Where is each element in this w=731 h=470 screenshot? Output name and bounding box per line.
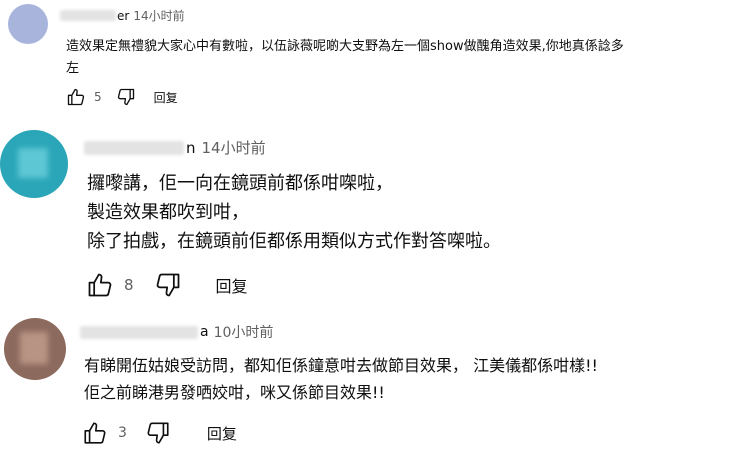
reply-button[interactable]: 回复 — [207, 423, 237, 444]
comment-text: 造效果定無禮貌大家心中有數啦，以伍詠薇呢啲大支野為左一個show做醜角造效果,你… — [66, 36, 624, 80]
comment-1: er 14小时前 造效果定無禮貌大家心中有數啦，以伍詠薇呢啲大支野為左一個sho… — [0, 0, 731, 118]
like-count: 3 — [118, 425, 127, 441]
author-name-suffix[interactable]: n — [186, 139, 196, 157]
like-count: 8 — [124, 276, 134, 294]
dislike-icon[interactable] — [116, 87, 136, 107]
comment-time[interactable]: 10小时前 — [214, 322, 274, 342]
like-icon[interactable] — [86, 271, 114, 299]
author-name-suffix[interactable]: a — [200, 324, 209, 340]
like-count: 5 — [94, 90, 102, 104]
comment-time[interactable]: 14小时前 — [202, 137, 266, 158]
comment-header: a 10小时前 — [80, 322, 273, 342]
comment-line: 攞嚟講，佢一向在鏡頭前都係咁㗎啦， — [87, 173, 393, 194]
comment-text: 有睇開伍姑娘受訪問，都知佢係鐘意咁去做節目效果， 江美儀都係咁樣!! 佢之前睇港… — [84, 352, 598, 406]
reply-button[interactable]: 回复 — [216, 273, 248, 297]
comment-3: a 10小时前 有睇開伍姑娘受訪問，都知佢係鐘意咁去做節目效果， 江美儀都係咁樣… — [0, 308, 731, 470]
comment-line: 除了拍戲，在鏡頭前佢都係用類似方式作對答㗎啦。 — [87, 231, 501, 252]
dislike-icon[interactable] — [145, 420, 171, 446]
comment-line: 有睇開伍姑娘受訪問，都知佢係鐘意咁去做節目效果， 江美儀都係咁樣!! — [84, 356, 598, 375]
comment-header: n 14小时前 — [84, 137, 266, 158]
comment-line: 造效果定無禮貌大家心中有數啦，以伍詠薇呢啲大支野為左一個show做醜角造效果,你… — [66, 39, 624, 54]
comment-line: 佢之前睇港男發哂姣咁，咪又係節目效果!! — [84, 383, 385, 402]
author-name-suffix[interactable]: er — [117, 9, 129, 23]
comment-time[interactable]: 14小时前 — [133, 7, 184, 24]
comment-2: n 14小时前 攞嚟講，佢一向在鏡頭前都係咁㗎啦， 製造效果都吹到咁， 除了拍戲… — [0, 118, 731, 308]
avatar[interactable] — [4, 318, 66, 380]
avatar-pixel — [20, 332, 48, 364]
dislike-icon[interactable] — [154, 271, 182, 299]
avatar-pixel — [18, 148, 48, 178]
comment-line: 左 — [66, 61, 80, 76]
avatar[interactable] — [8, 4, 48, 44]
comment-header: er 14小时前 — [60, 7, 185, 24]
comment-actions: 8 回复 — [86, 271, 248, 299]
comment-text: 攞嚟講，佢一向在鏡頭前都係咁㗎啦， 製造效果都吹到咁， 除了拍戲，在鏡頭前佢都係… — [87, 169, 501, 256]
reply-button[interactable]: 回复 — [154, 89, 178, 106]
like-icon[interactable] — [66, 87, 86, 107]
avatar[interactable] — [0, 130, 68, 198]
comment-line: 製造效果都吹到咁， — [87, 202, 249, 223]
author-name-blurred[interactable] — [84, 140, 184, 155]
like-icon[interactable] — [82, 420, 108, 446]
comment-actions: 3 回复 — [82, 420, 237, 446]
comment-actions: 5 回复 — [66, 87, 178, 107]
author-name-blurred[interactable] — [60, 10, 116, 21]
author-name-blurred[interactable] — [80, 325, 198, 339]
